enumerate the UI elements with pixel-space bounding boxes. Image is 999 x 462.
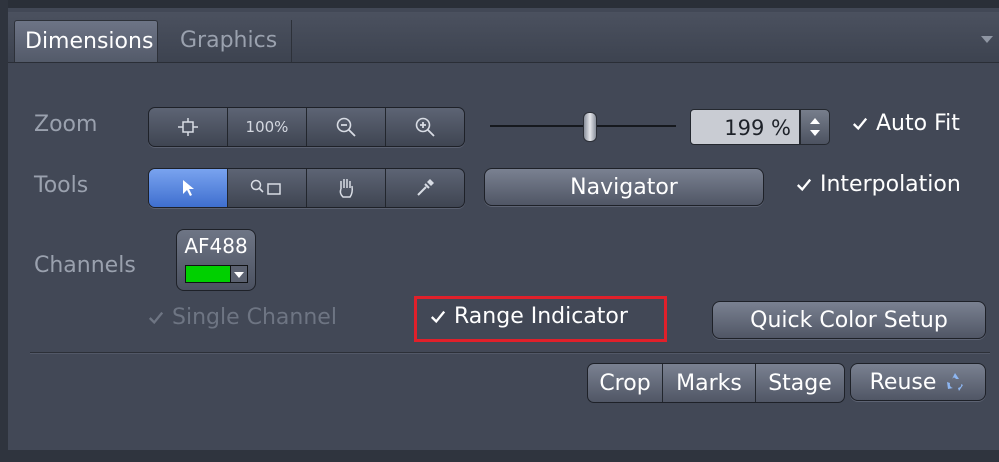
zoom-rectangle-icon — [250, 179, 281, 195]
channel-button-af488[interactable]: AF488 — [176, 229, 256, 291]
zoom-out-button[interactable] — [307, 108, 386, 146]
zoom-100-label: 100% — [245, 118, 289, 136]
tab-dimensions[interactable]: Dimensions — [14, 20, 158, 62]
channel-color-swatch — [185, 265, 231, 283]
top-border — [0, 0, 999, 8]
fit-to-window-button[interactable] — [149, 108, 228, 146]
pan-tool-button[interactable] — [307, 169, 386, 207]
zoom-value-field[interactable]: 199 % — [690, 109, 800, 145]
eyedropper-tool-button[interactable] — [386, 169, 464, 207]
pointer-tool-button[interactable] — [149, 169, 228, 207]
checkmark-icon — [148, 310, 164, 326]
stage-button[interactable]: Stage — [756, 364, 844, 402]
reuse-label: Reuse — [869, 369, 937, 395]
bottom-button-group: Crop Marks Stage — [587, 363, 845, 403]
zoom-100-button[interactable]: 100% — [228, 108, 307, 146]
zoom-in-button[interactable] — [386, 108, 464, 146]
interpolation-label: Interpolation — [820, 172, 961, 197]
pointer-icon — [183, 180, 194, 196]
spinner-arrows-icon — [810, 118, 820, 136]
section-divider — [30, 352, 990, 353]
zoom-button-group: 100% — [148, 107, 465, 147]
zoom-in-icon — [415, 117, 435, 137]
auto-fit-label: Auto Fit — [876, 111, 960, 136]
zoom-out-icon — [336, 117, 356, 137]
tools-label: Tools — [34, 173, 89, 198]
marks-button[interactable]: Marks — [663, 364, 756, 402]
fit-to-window-icon — [178, 118, 198, 136]
tools-button-group — [148, 168, 465, 208]
dimensions-panel: Dimensions Graphics Zoom 100% 199 % Auto… — [0, 0, 999, 462]
checkmark-icon — [852, 116, 868, 132]
checkmark-icon — [796, 177, 812, 193]
quick-color-setup-button[interactable]: Quick Color Setup — [712, 301, 986, 339]
single-channel-checkbox[interactable]: Single Channel — [148, 305, 337, 330]
tab-graphics[interactable]: Graphics — [170, 20, 292, 62]
single-channel-label: Single Channel — [172, 305, 337, 330]
zoom-spinner[interactable] — [800, 109, 830, 145]
range-indicator-checkbox[interactable]: Range Indicator — [430, 304, 628, 329]
tab-bar: Dimensions Graphics — [8, 12, 999, 63]
chevron-down-icon[interactable] — [230, 265, 248, 283]
eyedropper-icon — [417, 179, 434, 196]
reuse-button[interactable]: Reuse — [850, 363, 986, 401]
auto-fit-checkbox[interactable]: Auto Fit — [852, 111, 960, 136]
crop-button[interactable]: Crop — [588, 364, 663, 402]
chevron-down-icon[interactable] — [981, 36, 993, 43]
zoom-label: Zoom — [34, 112, 98, 137]
zoom-rectangle-tool-button[interactable] — [228, 169, 307, 207]
navigator-button[interactable]: Navigator — [484, 168, 764, 206]
range-indicator-label: Range Indicator — [454, 304, 628, 329]
recycle-icon — [947, 373, 964, 391]
left-border — [0, 0, 8, 462]
zoom-slider-thumb[interactable] — [583, 112, 598, 142]
hand-pan-icon — [339, 179, 353, 198]
interpolation-checkbox[interactable]: Interpolation — [796, 172, 961, 197]
channels-label: Channels — [34, 253, 136, 278]
checkmark-icon — [430, 309, 446, 325]
channel-name: AF488 — [184, 234, 248, 258]
bottom-border — [0, 450, 999, 462]
